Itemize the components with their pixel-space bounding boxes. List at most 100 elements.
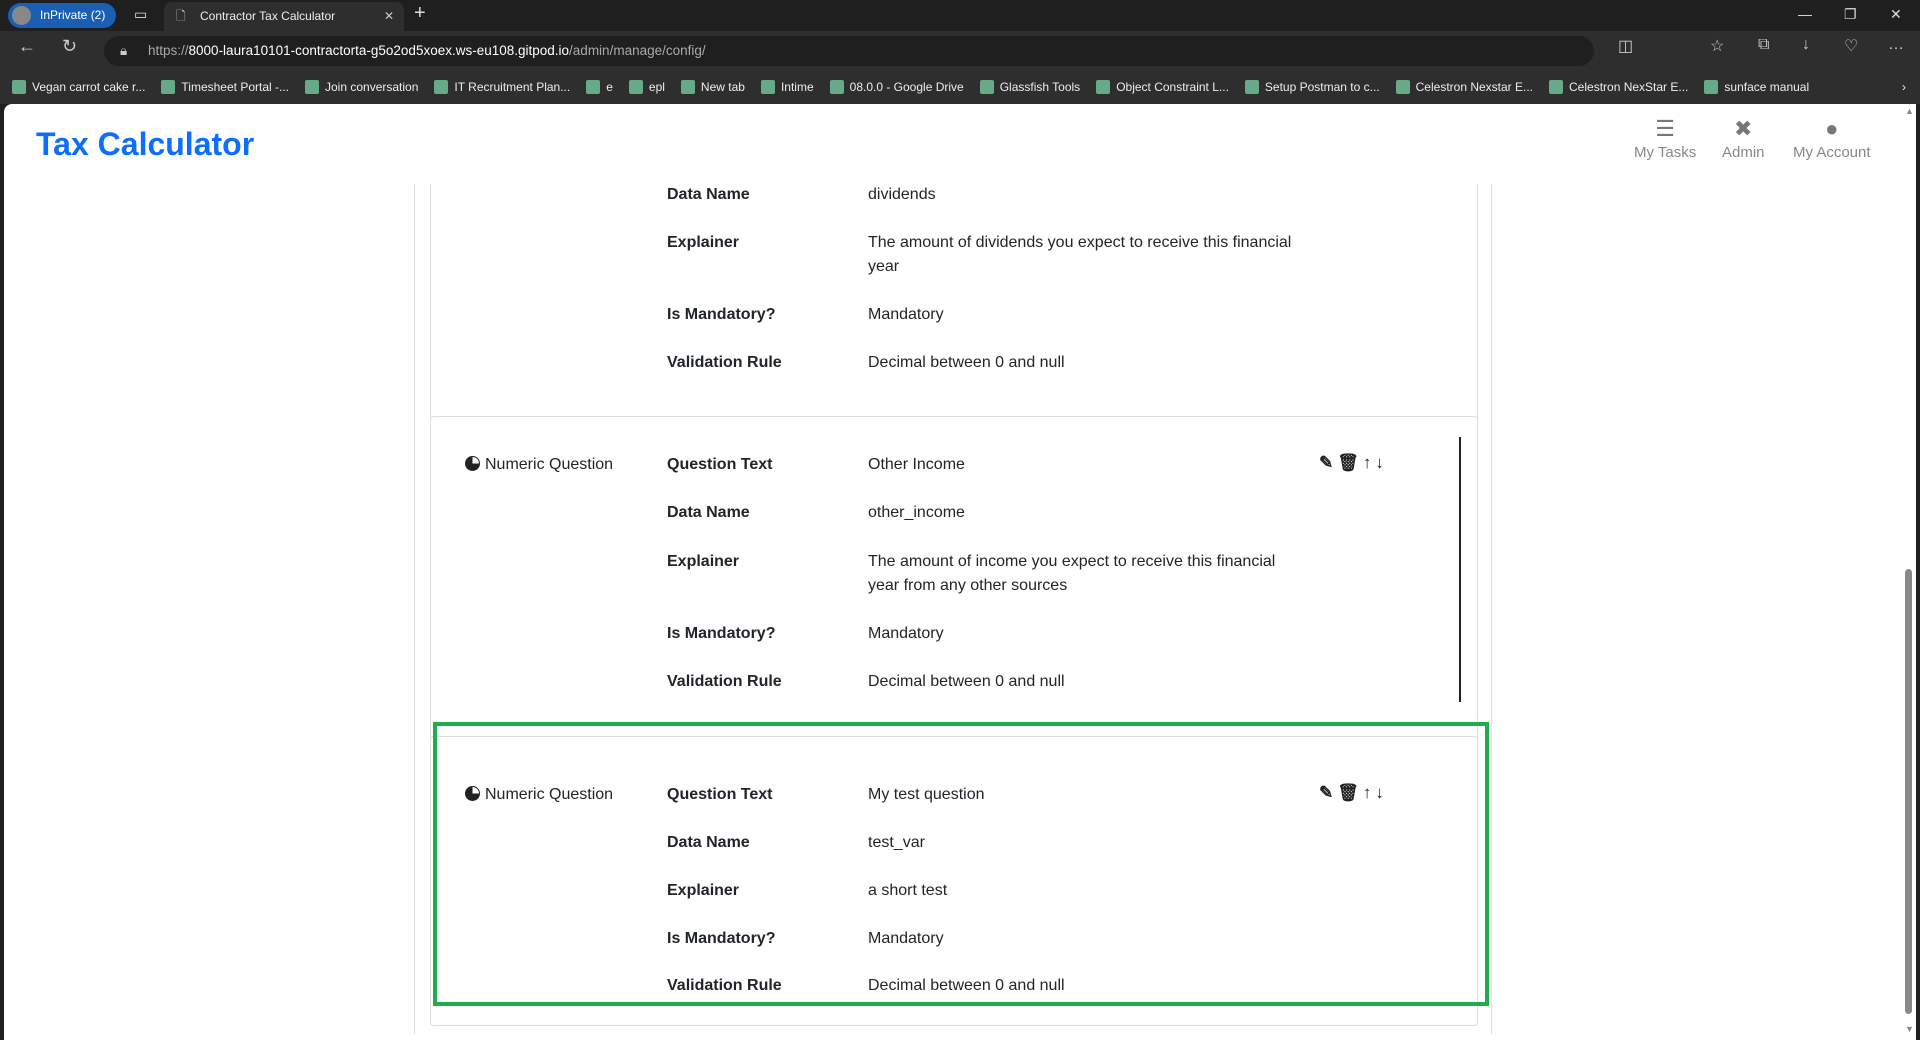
bookmark-icon — [161, 80, 176, 95]
url-scheme: https:// — [148, 43, 189, 58]
label-question-text: Question Text — [667, 456, 773, 473]
content-scroll: Data Name dividends Explainer The amount… — [4, 184, 1902, 1040]
profile-avatar-icon — [12, 6, 31, 25]
bookmark-icon — [979, 80, 994, 95]
health-icon[interactable]: ♡ — [1844, 36, 1858, 56]
favorites-icon[interactable]: ☆ — [1710, 36, 1724, 56]
nav-my-tasks[interactable]: ☰ My Tasks — [1634, 116, 1696, 161]
label-explainer: Explainer — [667, 234, 740, 251]
value-explainer: The amount of dividends you expect to re… — [868, 234, 1292, 275]
bookmark-icon — [1549, 80, 1564, 95]
bookmark-label: Glassfish Tools — [999, 79, 1081, 94]
label-data-name: Data Name — [667, 504, 750, 521]
bookmarks-bar: Vegan carrot cake r... Timesheet Portal … — [0, 70, 1920, 104]
bookmark[interactable]: Object Constraint L... — [1096, 80, 1229, 95]
trash-icon[interactable]: 🗑︎ — [1337, 453, 1359, 473]
profile-label: InPrivate (2) — [40, 8, 106, 22]
browser-tab-bar: InPrivate (2) ▭ 🗋 Contractor Tax Calculat… — [0, 0, 1920, 31]
arrow-down-icon[interactable]: ↓ — [1375, 453, 1384, 473]
restore-icon[interactable]: ❐ — [1844, 6, 1857, 23]
url-host: 8000-laura10101-contractorta-g5o2od5xoex… — [188, 43, 570, 58]
bookmark-icon — [760, 80, 775, 95]
bookmark[interactable]: Timesheet Portal -... — [161, 80, 289, 95]
close-tab-icon[interactable]: ✕ — [384, 2, 394, 31]
bookmark[interactable]: Celestron NexStar E... — [1549, 80, 1688, 95]
bookmark-label: e — [606, 79, 613, 94]
bookmark[interactable]: Vegan carrot cake r... — [12, 80, 145, 95]
bookmarks-overflow-icon[interactable]: › — [1902, 80, 1906, 94]
bookmark-label: Celestron Nexstar E... — [1415, 79, 1534, 94]
back-icon[interactable]: ← — [18, 36, 36, 57]
label-mandatory: Is Mandatory? — [667, 306, 776, 323]
split-screen-icon[interactable]: ◫ — [1618, 36, 1633, 56]
lock-icon: 🔒︎ — [120, 43, 128, 58]
bookmark-label: 08.0.0 - Google Drive — [849, 79, 964, 94]
nav-label: My Tasks — [1634, 144, 1697, 161]
refresh-icon[interactable]: ↻ — [62, 36, 77, 57]
scrollbar-thumb[interactable] — [1905, 569, 1912, 1014]
bookmark-icon — [628, 80, 643, 95]
tab-actions-icon[interactable]: ▭ — [134, 6, 147, 23]
more-icon[interactable]: … — [1888, 36, 1904, 54]
value-data-name: dividends — [868, 186, 936, 203]
nav-my-account[interactable]: ● My Account — [1793, 116, 1871, 161]
bookmark-icon — [434, 80, 449, 95]
bookmark[interactable]: IT Recruitment Plan... — [434, 80, 570, 95]
collections-icon[interactable]: ⧉ — [1758, 36, 1769, 54]
label-mandatory: Is Mandatory? — [667, 625, 776, 642]
question-card: Numeric Question Question Text Other Inc… — [430, 416, 1478, 746]
nav-admin[interactable]: ✖ Admin — [1722, 116, 1765, 161]
url-input[interactable]: 🔒︎ https://8000-laura10101-contractorta-g… — [104, 36, 1594, 66]
bookmark-label: Vegan carrot cake r... — [32, 79, 146, 94]
bookmark-label: Celestron NexStar E... — [1569, 79, 1689, 94]
bookmark[interactable]: 08.0.0 - Google Drive — [829, 79, 964, 95]
close-window-icon[interactable]: ✕ — [1890, 6, 1902, 23]
bookmark-icon — [12, 80, 26, 95]
bookmark-label: IT Recruitment Plan... — [454, 79, 571, 94]
bookmark[interactable]: Glassfish Tools — [979, 79, 1081, 95]
scroll-up-icon[interactable]: ▲ — [1905, 106, 1914, 116]
value-validation: Decimal between 0 and null — [868, 354, 1065, 371]
label-validation: Validation Rule — [667, 673, 782, 690]
url-path: /admin/manage/config/ — [569, 43, 706, 58]
bookmark[interactable]: Intime — [760, 79, 814, 95]
bookmark[interactable]: sunface manual — [1704, 80, 1809, 95]
bookmark-icon — [1096, 80, 1111, 95]
label-data-name: Data Name — [667, 186, 750, 203]
downloads-icon[interactable]: ↓ — [1802, 36, 1810, 54]
bookmark[interactable]: New tab — [680, 80, 745, 95]
minimize-icon[interactable]: — — [1798, 6, 1812, 22]
nav-label: Admin — [1722, 144, 1765, 161]
bookmark-label: Intime — [780, 79, 814, 94]
scrollbar[interactable]: ▲ ▼ — [1902, 104, 1916, 1040]
new-tab-icon[interactable]: + — [414, 2, 426, 25]
value-data-name: other_income — [868, 504, 965, 521]
highlight-box — [433, 722, 1489, 1006]
value-validation: Decimal between 0 and null — [868, 673, 1065, 690]
user-icon: ● — [1825, 116, 1839, 141]
text-cursor-line — [1459, 437, 1461, 702]
bookmark[interactable]: Setup Postman to c... — [1244, 80, 1380, 95]
label-validation: Validation Rule — [667, 354, 782, 371]
bookmark-icon — [829, 80, 844, 95]
value-question-text: Other Income — [868, 456, 965, 473]
question-type-label: Numeric Question — [485, 456, 614, 473]
bookmark[interactable]: epl — [628, 80, 665, 95]
browser-tab[interactable]: 🗋 Contractor Tax Calculator ✕ — [164, 2, 404, 31]
bookmark-label: Object Constraint L... — [1116, 79, 1229, 94]
pie-chart-icon — [465, 456, 480, 471]
bookmark[interactable]: Join conversation — [305, 80, 418, 95]
app-title[interactable]: Tax Calculator — [36, 126, 254, 163]
bookmark[interactable]: e — [586, 80, 613, 95]
inprivate-badge[interactable]: InPrivate (2) — [8, 3, 116, 28]
edit-icon[interactable]: ✎ — [1319, 453, 1333, 473]
label-explainer: Explainer — [667, 553, 740, 570]
bookmark-icon — [680, 80, 695, 95]
bookmark-icon — [586, 80, 601, 95]
tasks-icon: ☰ — [1655, 116, 1675, 141]
bookmark-label: Join conversation — [325, 79, 419, 94]
bookmark-label: sunface manual — [1724, 79, 1810, 94]
arrow-up-icon[interactable]: ↑ — [1363, 453, 1372, 473]
bookmark[interactable]: Celestron Nexstar E... — [1395, 79, 1534, 95]
scroll-down-icon[interactable]: ▼ — [1905, 1024, 1914, 1034]
